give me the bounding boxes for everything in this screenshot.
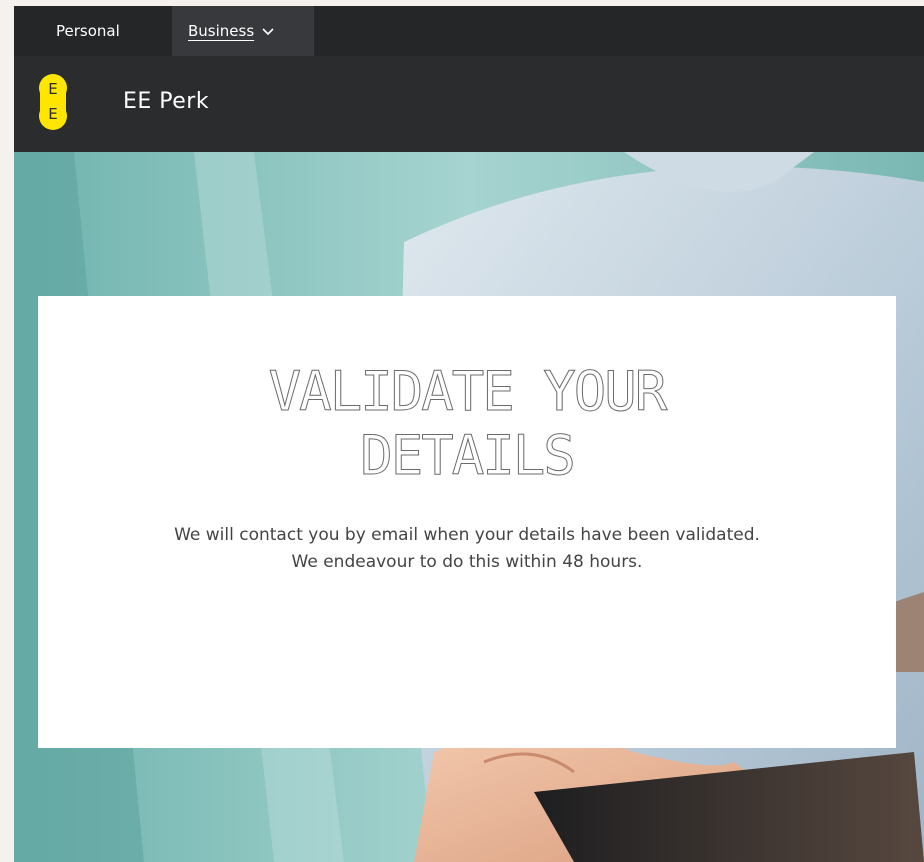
nav-business-label: Business bbox=[188, 22, 255, 40]
svg-text:E: E bbox=[48, 105, 57, 123]
validation-card: VALIDATE YOUR DETAILS We will contact yo… bbox=[38, 296, 896, 748]
top-navigation: Personal Business bbox=[14, 6, 924, 56]
card-message-line2: We endeavour to do this within 48 hours. bbox=[291, 552, 643, 572]
card-title: VALIDATE YOUR DETAILS bbox=[38, 360, 896, 488]
card-title-line2: DETAILS bbox=[360, 424, 577, 488]
brand-header: E E EE Perk bbox=[14, 56, 924, 152]
chevron-down-icon bbox=[262, 28, 274, 36]
page-frame: Personal Business E E EE Perk VALIDATE Y… bbox=[14, 6, 924, 862]
card-message: We will contact you by email when your d… bbox=[38, 522, 896, 576]
card-message-line1: We will contact you by email when your d… bbox=[174, 525, 760, 545]
nav-business-dropdown[interactable]: Business bbox=[172, 6, 314, 56]
card-title-line1: VALIDATE YOUR bbox=[268, 360, 668, 424]
svg-text:E: E bbox=[48, 80, 57, 98]
hero-background: VALIDATE YOUR DETAILS We will contact yo… bbox=[14, 152, 924, 862]
brand-name[interactable]: EE Perk bbox=[123, 89, 209, 114]
nav-personal-link[interactable]: Personal bbox=[56, 6, 120, 56]
ee-logo-icon[interactable]: E E bbox=[38, 72, 68, 132]
